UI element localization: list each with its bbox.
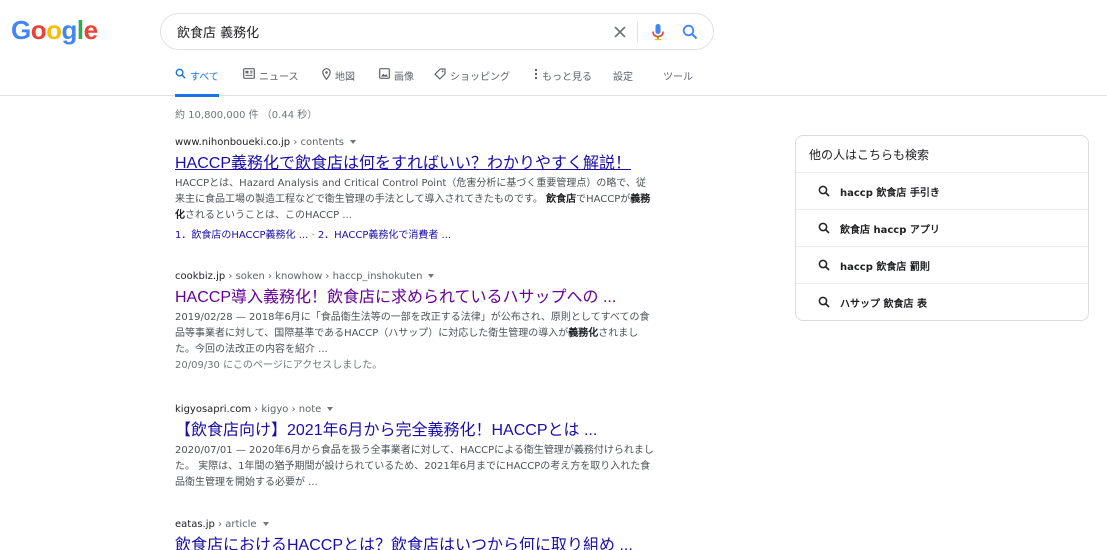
related-text-part: 飲食店 [876,261,907,273]
result-domain: cookbiz.jp [175,271,226,282]
related-search-text: haccp 飲食店 手引き [840,184,940,199]
related-text-part: haccp [840,261,877,273]
search-icon [818,222,830,234]
result-snippet: 2019/02/28 — 2018年6月に「食品衛生法等の一部を改正する法律」が… [175,310,655,374]
tab-label: もっと見る [542,72,592,83]
search-result: eatas.jp › article 飲食店におけるHACCPとは？飲食店はいつ… [175,518,655,550]
result-domain: eatas.jp [175,519,215,530]
more-vert-icon [534,68,538,80]
search-icon [818,185,830,197]
sitelink-separator: · [308,230,318,241]
tab-all[interactable]: すべて [175,68,219,97]
search-input[interactable] [177,14,607,49]
caret-down-icon[interactable] [327,407,334,411]
result-url[interactable]: eatas.jp › article [175,518,655,532]
snippet-highlight: 義務化 [568,328,599,339]
related-search-text: 飲食店 haccp アプリ [840,221,940,236]
tab-label: ニュース [259,72,299,83]
result-url[interactable]: cookbiz.jp › soken › knowhow › haccp_ins… [175,270,655,284]
caret-down-icon[interactable] [262,522,269,526]
tab-shopping[interactable]: ショッピング [434,68,510,96]
related-text-part: 罰則 [906,261,930,273]
related-text-part: 表 [913,298,927,310]
tab-maps[interactable]: 地図 [322,68,355,96]
related-search-text: ハサップ 飲食店 表 [840,295,927,310]
image-icon [379,68,390,79]
result-domain: www.nihonboueki.co.jp [175,137,291,148]
result-path: › contents [290,137,345,148]
search-divider [637,22,638,42]
logo-letter: g [61,15,78,45]
search-result: kigyosapri.com › kigyo › note 【飲食店向け】202… [175,403,655,491]
header: Google すべて ニュース 地図 [0,0,1107,97]
result-title-link[interactable]: 飲食店におけるHACCPとは？飲食店はいつから何に取り組め ... [175,535,655,550]
search-icon [818,296,830,308]
caret-down-icon[interactable] [428,274,435,278]
tab-images[interactable]: 画像 [379,68,414,96]
sitelink[interactable]: 1．飲食店のHACCP義務化 ... [175,230,308,241]
tab-label: 地図 [335,72,355,83]
tab-label: 画像 [394,72,414,83]
result-title-link[interactable]: 【飲食店向け】2021年6月から完全義務化！HACCPとは ... [175,420,655,442]
logo-letter: o [46,15,62,45]
logo-letter: o [30,15,47,45]
related-search-item[interactable]: haccp 飲食店 罰則 [796,246,1088,283]
related-search-text: haccp 飲食店 罰則 [840,258,930,273]
tab-label: すべて [190,72,219,83]
news-icon [243,68,255,79]
result-url[interactable]: www.nihonboueki.co.jp › contents [175,136,655,150]
sitelink[interactable]: 2．HACCP義務化で消費者 ... [318,230,451,241]
search-icon [818,259,830,271]
google-logo[interactable]: Google [11,14,98,46]
logo-letter: G [11,15,31,45]
tab-label: ショッピング [450,72,510,83]
logo-letter: e [83,15,98,45]
search-result: cookbiz.jp › soken › knowhow › haccp_ins… [175,270,655,374]
result-url[interactable]: kigyosapri.com › kigyo › note [175,403,655,417]
related-text-part: 飲食店 [883,298,914,310]
snippet-highlight: 飲食店 [546,194,577,205]
related-text-part: 手引き [906,187,940,199]
result-stats: 約 10,800,000 件 （0.44 秒） [175,110,318,121]
tab-news[interactable]: ニュース [243,68,299,96]
panel-title: 他の人はこちらも検索 [809,148,930,162]
snippet-text: でHACCPが [576,194,631,205]
map-pin-icon [322,68,331,80]
caret-down-icon[interactable] [350,140,357,144]
related-text-part: ハサップ [840,298,884,310]
logo-letter: l [76,15,84,45]
related-search-item[interactable]: ハサップ 飲食店 表 [796,283,1088,320]
search-box [160,13,714,50]
result-sitelinks: 1．飲食店のHACCP義務化 ... · 2．HACCP義務化で消費者 ... [175,229,655,243]
related-text-part: haccp [840,187,877,199]
clear-icon[interactable] [610,22,630,42]
result-title-link[interactable]: HACCP義務化で飲食店は何をすればいい？わかりやすく解説！ [175,153,655,175]
snippet-text: されるということは、このHACCP ... [185,210,352,221]
tab-tools[interactable]: ツール [663,68,693,96]
tab-label: 設定 [613,72,633,83]
related-text-part: 飲食店 [840,224,870,236]
result-title-link[interactable]: HACCP導入義務化！飲食店に求められているハサップへの ... [175,287,655,309]
related-text-part: haccp アプリ [870,224,940,236]
search-icon [175,68,186,79]
visited-note: 20/09/30 にこのページにアクセスしました。 [175,360,383,371]
snippet-text: 2020/07/01 — 2020年6月から食品を扱う全事業者に対して、HACC… [175,445,654,488]
tag-icon [434,68,446,80]
result-domain: kigyosapri.com [175,404,252,415]
search-result: www.nihonboueki.co.jp › contents HACCP義務… [175,136,655,243]
result-path: › kigyo › note [251,404,322,415]
related-text-part: 飲食店 [876,187,907,199]
result-path: › soken › knowhow › haccp_inshokuten [225,271,423,282]
result-path: › article [214,519,257,530]
related-search-item[interactable]: haccp 飲食店 手引き [796,172,1088,209]
related-search-item[interactable]: 飲食店 haccp アプリ [796,209,1088,246]
result-snippet: 2020/07/01 — 2020年6月から食品を扱う全事業者に対して、HACC… [175,443,655,491]
search-icon[interactable] [680,22,700,42]
tab-label: ツール [663,72,693,83]
tab-settings[interactable]: 設定 [613,68,633,96]
mic-icon[interactable] [648,22,668,42]
tab-more[interactable]: もっと見る [534,68,592,96]
result-snippet: HACCPとは、Hazard Analysis and Critical Con… [175,176,655,224]
related-searches-panel: 他の人はこちらも検索 haccp 飲食店 手引き 飲食店 haccp アプリ h… [795,135,1089,321]
